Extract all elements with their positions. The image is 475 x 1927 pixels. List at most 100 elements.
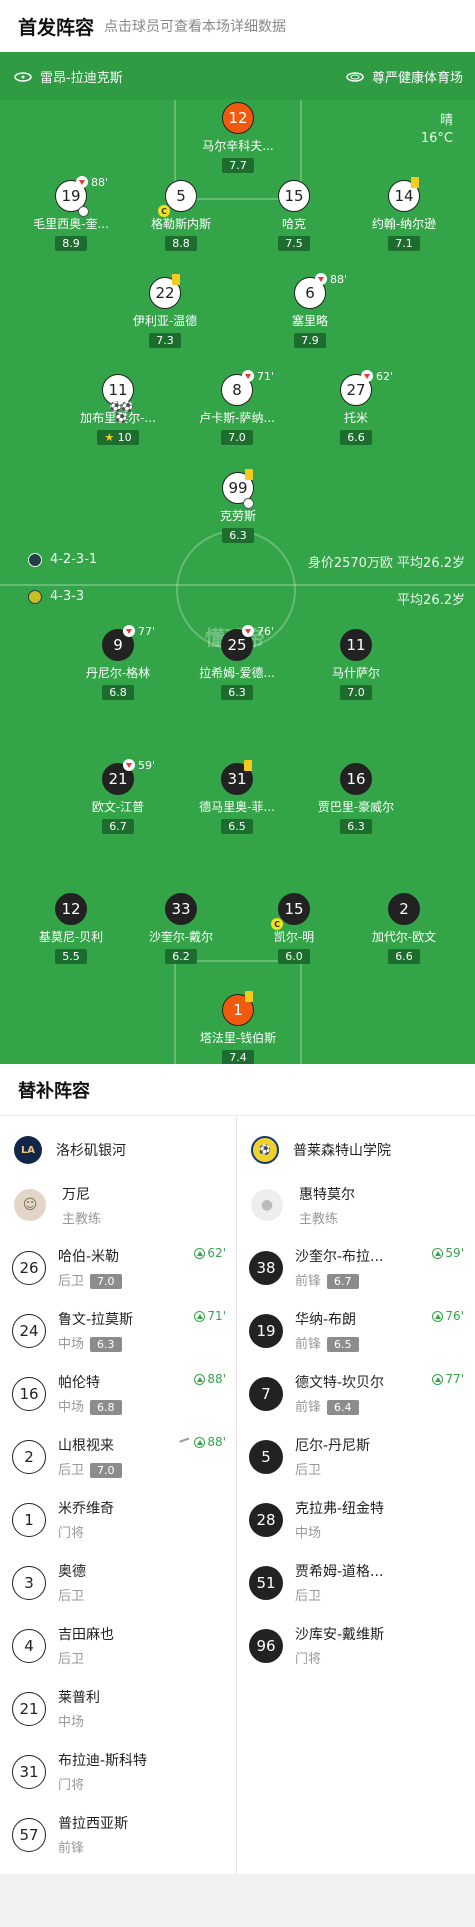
sub-player-row[interactable]: 21 莱普利 中场 [0, 1677, 236, 1740]
sub-player-pos-text: 后卫 [58, 1274, 85, 1289]
sub-player-pos-text: 前锋 [295, 1400, 322, 1415]
home-player[interactable]: 22 伊利亚-温德 7.3 [105, 274, 225, 348]
sub-player-name: 普拉西亚斯 [58, 1816, 128, 1832]
player-number: 5 [176, 187, 186, 205]
sub-player-position: 前锋 6.4 [295, 1396, 384, 1415]
player-number: 21 [108, 770, 128, 788]
home-team-row[interactable]: LA 洛杉矶银河 [0, 1126, 236, 1174]
player-number: 9 [113, 636, 123, 654]
sub-player-pos-text: 后卫 [295, 1463, 322, 1478]
sub-player-row[interactable]: 24 鲁文-拉莫斯 中场 6.3 71' [0, 1299, 236, 1362]
sub-player-name: 厄尔-丹尼斯 [295, 1438, 371, 1454]
away-subs-list: 38 沙奎尔-布拉... 前锋 6.7 59' 19 华纳-布朗 前锋 6.5 76' 7 … [237, 1236, 474, 1677]
away-player[interactable]: 31 德马里奥-菲... 6.5 [177, 760, 297, 834]
home-player[interactable]: 15 哈克 7.5 [234, 180, 354, 251]
sub-player-pos-text: 前锋 [295, 1274, 322, 1289]
sub-in-icon [432, 1247, 444, 1259]
sub-player-row[interactable]: 26 哈伯-米勒 后卫 7.0 62' [0, 1236, 236, 1299]
sub-player-rating: 6.5 [327, 1337, 359, 1352]
sub-player-row[interactable]: 51 贾希姆-道格... 后卫 [237, 1551, 474, 1614]
away-player[interactable]: 15 C 凯尔-明 6.0 [234, 893, 354, 964]
player-name: 凯尔-明 [273, 930, 315, 944]
sub-player-row[interactable]: 4 吉田麻也 后卫 [0, 1614, 236, 1677]
sub-player-name: 布拉迪-斯科特 [58, 1753, 148, 1769]
away-player[interactable]: 1 塔法里-钱伯斯 7.4 [178, 991, 298, 1064]
sub-player-rating: 6.8 [90, 1400, 122, 1415]
player-number: 11 [340, 629, 372, 661]
home-player[interactable]: 5C 格勒斯内斯 8.8 [121, 180, 241, 251]
sub-in-minute: 88' [207, 1372, 226, 1386]
home-player[interactable]: 11 ⚽⚽⚽ 加布里埃尔-... ★ 10 [58, 374, 178, 445]
goals-icon: ⚽⚽⚽ [109, 402, 134, 424]
away-player[interactable]: 33 沙奎尔-戴尔 6.2 [121, 893, 241, 964]
sub-out-icon [242, 370, 254, 382]
sub-player-number: 19 [249, 1313, 283, 1348]
home-player[interactable]: 6 88' 塞里略 7.9 [250, 273, 370, 348]
away-player[interactable]: 9 77' 丹尼尔-格林 6.8 [58, 625, 178, 700]
sub-player-row[interactable]: 16 帕伦特 中场 6.8 88' [0, 1362, 236, 1425]
player-number: 14 [394, 187, 414, 205]
sub-in-indicator: 71' [194, 1309, 226, 1323]
home-player[interactable]: 12 马尔辛科夫... 7.7 [178, 102, 298, 173]
sub-player-row[interactable]: 2 山根视来 后卫 7.0 88' [0, 1425, 236, 1488]
player-name: 格勒斯内斯 [150, 217, 211, 231]
home-subs-column: LA 洛杉矶银河 ☺ 万尼 主教练 26 哈伯-米勒 后卫 7.0 62' 24 鲁文-… [0, 1116, 237, 1874]
player-rating: 8.8 [165, 236, 197, 251]
sub-player-number: 5 [249, 1439, 283, 1474]
home-player[interactable]: 27 62' 托米 6.6 [296, 370, 416, 445]
away-player[interactable]: 11 马什萨尔 7.0 [296, 629, 416, 700]
player-name: 塔法里-钱伯斯 [199, 1031, 277, 1045]
sub-player-pos-text: 中场 [58, 1400, 85, 1415]
player-name: 马什萨尔 [331, 666, 380, 680]
player-number: 19 [61, 187, 81, 205]
sub-out-icon [361, 370, 373, 382]
player-name: 基莫尼-贝利 [38, 930, 104, 944]
sub-player-row[interactable]: 28 克拉弗-纽金特 中场 [237, 1488, 474, 1551]
away-player[interactable]: 25 76' 拉希姆-爱德... 6.3 [177, 625, 297, 700]
player-name: 加代尔-欧文 [371, 930, 437, 944]
away-player[interactable]: 2 加代尔-欧文 6.6 [344, 893, 464, 964]
away-coach[interactable]: ● 惠特莫尔 主教练 [237, 1174, 474, 1236]
sub-player-row[interactable]: 19 华纳-布朗 前锋 6.5 76' [237, 1299, 474, 1362]
sub-player-pos-text: 后卫 [58, 1652, 85, 1667]
away-team-row[interactable]: ⚽ 普莱森特山学院 [237, 1126, 474, 1174]
sub-player-position: 前锋 6.5 [295, 1333, 359, 1352]
player-name: 德马里奥-菲... [199, 800, 275, 814]
player-rating: 6.2 [165, 949, 197, 964]
player-rating: 6.5 [221, 819, 253, 834]
sub-in-minute: 62' [207, 1246, 226, 1260]
sub-player-rating: 7.0 [90, 1463, 122, 1478]
sub-player-row[interactable]: 38 沙奎尔-布拉... 前锋 6.7 59' [237, 1236, 474, 1299]
sub-player-row[interactable]: 57 普拉西亚斯 前锋 [0, 1803, 236, 1866]
home-player[interactable]: 14 约翰-纳尔逊 7.1 [344, 177, 464, 251]
sub-player-row[interactable]: 7 德文特-坎贝尔 前锋 6.4 77' [237, 1362, 474, 1425]
player-rating-value: 10 [117, 431, 132, 444]
player-name: 贾巴里-豪威尔 [317, 800, 395, 814]
home-player[interactable]: 19 88' 毛里西奥-奎... 8.9 [11, 176, 131, 251]
sub-player-pos-text: 门将 [58, 1778, 85, 1793]
sub-player-name: 德文特-坎贝尔 [295, 1375, 385, 1391]
weather-info: 晴 16°C [421, 112, 453, 148]
sub-player-row[interactable]: 1 米乔维奇 门将 [0, 1488, 236, 1551]
home-player[interactable]: 99 克劳斯 6.3 [178, 469, 298, 543]
player-name: 托米 [343, 411, 368, 425]
sub-player-row[interactable]: 5 厄尔-丹尼斯 后卫 [237, 1425, 474, 1488]
sub-player-name: 吉田麻也 [58, 1627, 114, 1643]
away-player[interactable]: 21 59' 欧文-江普 6.7 [58, 759, 178, 834]
sub-in-minute: 59' [445, 1246, 464, 1260]
player-name: 拉希姆-爱德... [199, 666, 275, 680]
pitch: 雷昂-拉迪克斯 尊严健康体育场 晴 16°C 懂球帝 4-2-3-1 身价257… [0, 52, 475, 1064]
sub-player-row[interactable]: 3 奥德 后卫 [0, 1551, 236, 1614]
away-player[interactable]: 16 贾巴里-豪威尔 6.3 [296, 763, 416, 834]
sub-player-row[interactable]: 96 沙库安-戴维斯 门将 [237, 1614, 474, 1677]
sub-player-position: 前锋 6.7 [295, 1270, 383, 1289]
yellow-card-icon [245, 469, 253, 480]
venue-icon [346, 71, 364, 82]
home-coach[interactable]: ☺ 万尼 主教练 [0, 1174, 236, 1236]
sub-minute: 76' [257, 625, 275, 638]
sub-player-name: 米乔维奇 [58, 1501, 114, 1517]
player-rating: 7.5 [278, 236, 310, 251]
sub-player-row[interactable]: 31 布拉迪-斯科特 门将 [0, 1740, 236, 1803]
away-player[interactable]: 12 基莫尼-贝利 5.5 [11, 893, 131, 964]
home-player[interactable]: 8 71' 卢卡斯-萨纳... 7.0 [177, 370, 297, 445]
